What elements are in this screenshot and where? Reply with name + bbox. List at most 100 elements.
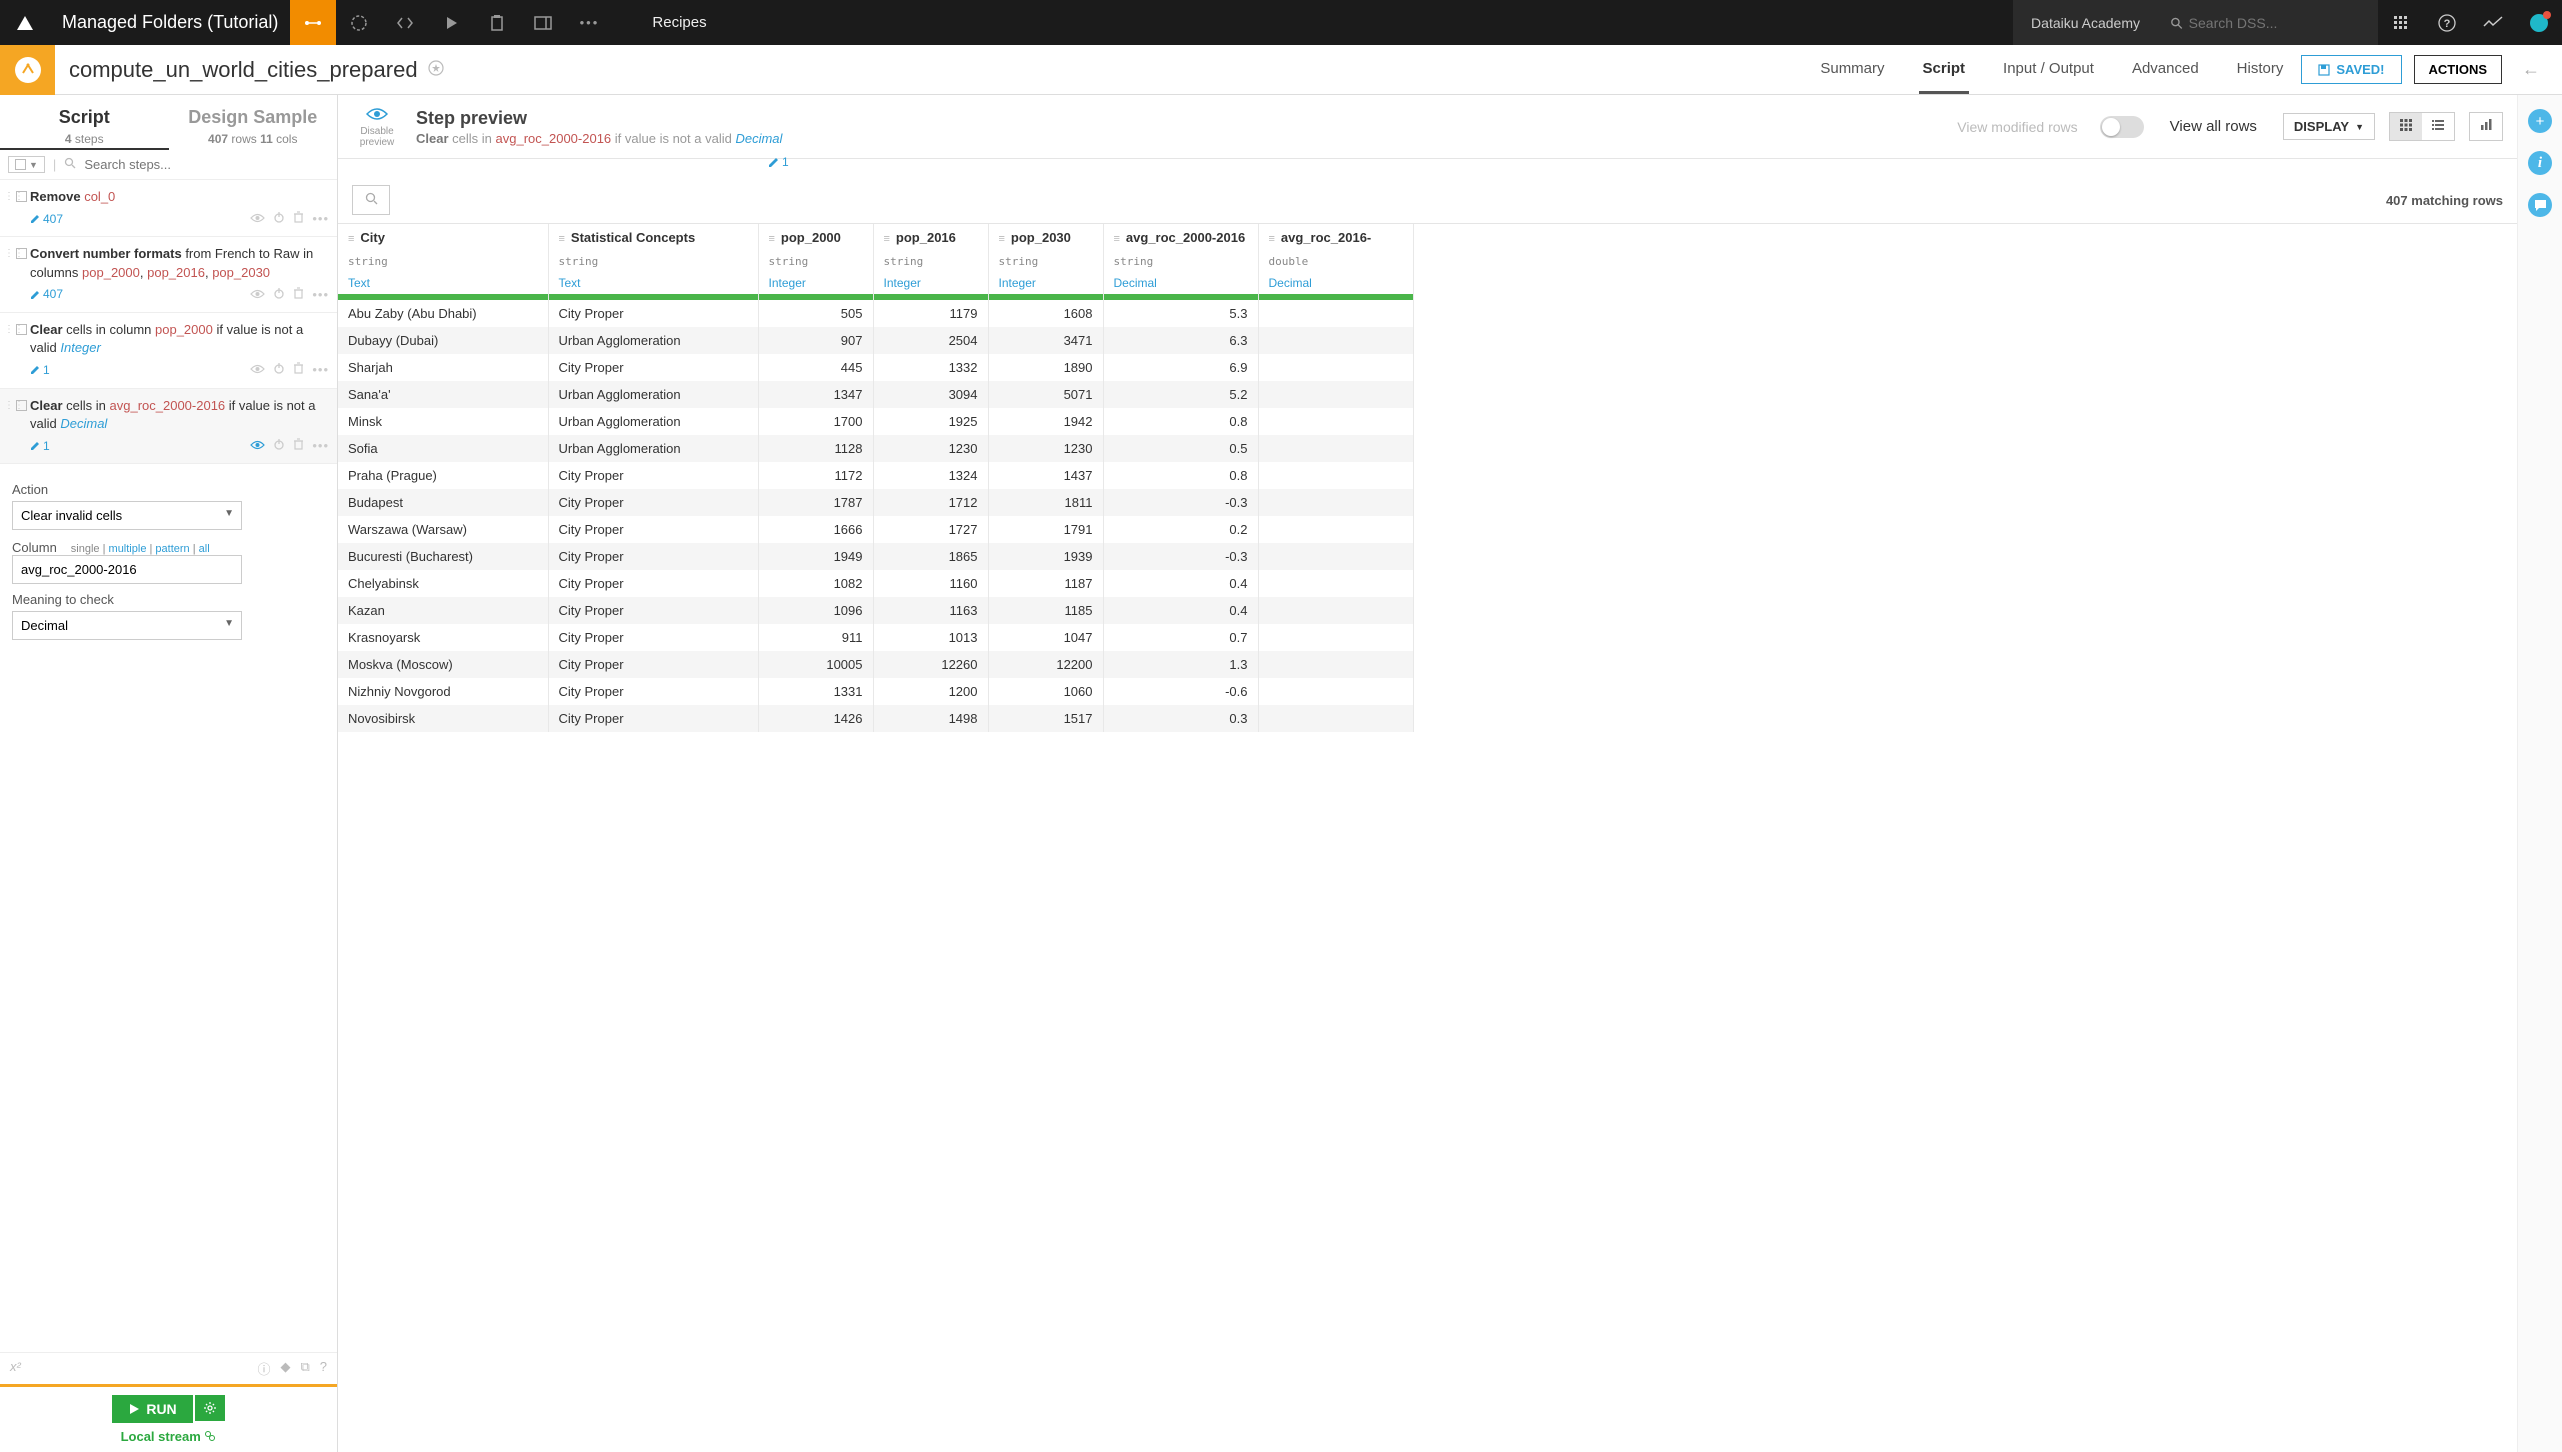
engine-link[interactable]: Local stream — [8, 1429, 329, 1444]
eye-icon[interactable] — [250, 210, 265, 228]
saved-button[interactable]: SAVED! — [2301, 55, 2401, 84]
clipboard-icon[interactable] — [474, 0, 520, 45]
column-menu-icon[interactable]: ≡ — [999, 233, 1005, 245]
list-view-icon[interactable] — [2422, 113, 2454, 140]
table-row[interactable]: Praha (Prague)City Proper1172132414370.8 — [338, 462, 1413, 489]
power-icon[interactable] — [273, 286, 285, 304]
table-row[interactable]: SofiaUrban Agglomeration1128123012300.5 — [338, 435, 1413, 462]
chart-view-icon[interactable] — [2469, 112, 2503, 141]
collapse-arrow-icon[interactable]: ← — [2514, 59, 2548, 80]
column-input[interactable] — [12, 555, 242, 584]
tab-script[interactable]: Script — [1919, 46, 1970, 94]
column-menu-icon[interactable]: ≡ — [348, 233, 354, 245]
left-tab-script[interactable]: Script 4 steps — [0, 95, 169, 150]
power-icon[interactable] — [273, 437, 285, 455]
help-small-icon[interactable]: ? — [320, 1359, 327, 1378]
column-header[interactable]: ≡avg_roc_2016- — [1258, 224, 1413, 251]
step-item[interactable]: ⋮⋮Convert number formats from French to … — [0, 237, 337, 313]
view-toggle-switch[interactable] — [2100, 116, 2144, 138]
step-more-icon[interactable]: ••• — [312, 286, 329, 304]
step-affected-count[interactable]: 407 — [30, 211, 63, 228]
table-row[interactable]: Warszawa (Warsaw)City Proper166617271791… — [338, 516, 1413, 543]
column-header[interactable]: ≡Statistical Concepts — [548, 224, 758, 251]
formula-icon[interactable]: x² — [10, 1359, 21, 1378]
column-meaning[interactable]: Integer — [873, 272, 988, 294]
flow-icon[interactable] — [290, 0, 336, 45]
column-menu-icon[interactable]: ≡ — [1269, 233, 1275, 245]
global-search[interactable] — [2158, 0, 2378, 45]
more-icon[interactable]: ••• — [566, 0, 612, 45]
table-row[interactable]: BudapestCity Proper178717121811-0.3 — [338, 489, 1413, 516]
trash-icon[interactable] — [293, 286, 304, 304]
column-header[interactable]: ≡pop_2030 — [988, 224, 1103, 251]
step-checkbox[interactable] — [16, 191, 27, 202]
power-icon[interactable] — [273, 361, 285, 379]
help-icon[interactable]: ? — [2424, 0, 2470, 45]
column-header[interactable]: ≡pop_2000 — [758, 224, 873, 251]
circle-progress-icon[interactable] — [336, 0, 382, 45]
play-icon[interactable] — [428, 0, 474, 45]
step-more-icon[interactable]: ••• — [312, 210, 329, 228]
panel-icon[interactable] — [520, 0, 566, 45]
table-search-button[interactable] — [352, 185, 390, 215]
academy-link[interactable]: Dataiku Academy — [2013, 0, 2158, 45]
table-row[interactable]: Sana'a'Urban Agglomeration1347309450715.… — [338, 381, 1413, 408]
table-row[interactable]: KazanCity Proper1096116311850.4 — [338, 597, 1413, 624]
table-row[interactable]: Moskva (Moscow)City Proper10005122601220… — [338, 651, 1413, 678]
chat-icon[interactable] — [2528, 193, 2552, 217]
step-checkbox[interactable] — [16, 248, 27, 259]
grid-view-icon[interactable] — [2390, 113, 2422, 140]
dataiku-logo[interactable] — [0, 12, 50, 34]
edit-step-link[interactable]: 1 — [768, 155, 808, 169]
step-affected-count[interactable]: 1 — [30, 362, 50, 379]
run-settings-button[interactable] — [195, 1395, 225, 1421]
activity-icon[interactable] — [2470, 0, 2516, 45]
add-icon[interactable]: + — [2528, 109, 2552, 133]
step-more-icon[interactable]: ••• — [312, 437, 329, 455]
step-more-icon[interactable]: ••• — [312, 361, 329, 379]
eye-icon[interactable] — [250, 361, 265, 379]
user-avatar[interactable] — [2516, 0, 2562, 45]
tab-advanced[interactable]: Advanced — [2128, 46, 2203, 94]
global-search-input[interactable] — [2189, 15, 2366, 31]
column-menu-icon[interactable]: ≡ — [884, 233, 890, 245]
table-row[interactable]: ChelyabinskCity Proper1082116011870.4 — [338, 570, 1413, 597]
tab-summary[interactable]: Summary — [1816, 46, 1888, 94]
column-meaning[interactable]: Text — [338, 272, 548, 294]
step-checkbox[interactable] — [16, 324, 27, 335]
column-meaning[interactable]: Decimal — [1258, 272, 1413, 294]
column-menu-icon[interactable]: ≡ — [559, 233, 565, 245]
table-row[interactable]: SharjahCity Proper445133218906.9 — [338, 354, 1413, 381]
copy-icon[interactable]: ⧉ — [300, 1359, 309, 1378]
column-menu-icon[interactable]: ≡ — [1114, 233, 1120, 245]
power-icon[interactable] — [273, 210, 285, 228]
actions-button[interactable]: ACTIONS — [2414, 55, 2503, 84]
step-search-input[interactable] — [84, 157, 329, 172]
table-row[interactable]: KrasnoyarskCity Proper911101310470.7 — [338, 624, 1413, 651]
tab-history[interactable]: History — [2233, 46, 2288, 94]
info-rail-icon[interactable]: i — [2528, 151, 2552, 175]
column-meaning[interactable]: Decimal — [1103, 272, 1258, 294]
column-meaning[interactable]: Text — [548, 272, 758, 294]
column-meaning[interactable]: Integer — [758, 272, 873, 294]
column-menu-icon[interactable]: ≡ — [769, 233, 775, 245]
code-icon[interactable] — [382, 0, 428, 45]
apps-icon[interactable] — [2378, 0, 2424, 45]
step-item[interactable]: ⋮⋮Remove col_0 407••• — [0, 180, 337, 237]
table-row[interactable]: NovosibirskCity Proper1426149815170.3 — [338, 705, 1413, 732]
table-row[interactable]: MinskUrban Agglomeration1700192519420.8 — [338, 408, 1413, 435]
step-item[interactable]: ⋮⋮Clear cells in column pop_2000 if valu… — [0, 313, 337, 389]
table-row[interactable]: Bucuresti (Bucharest)City Proper19491865… — [338, 543, 1413, 570]
project-name[interactable]: Managed Folders (Tutorial) — [50, 12, 290, 33]
info-icon[interactable]: ⓘ — [257, 1359, 270, 1378]
display-dropdown[interactable]: DISPLAY▼ — [2283, 113, 2375, 140]
run-button[interactable]: RUN — [112, 1395, 192, 1423]
step-affected-count[interactable]: 1 — [30, 438, 50, 455]
step-item[interactable]: ⋮⋮Clear cells in avg_roc_2000-2016 if va… — [0, 389, 337, 465]
trash-icon[interactable] — [293, 361, 304, 379]
column-header[interactable]: ≡City — [338, 224, 548, 251]
eye-icon[interactable] — [250, 286, 265, 304]
left-tab-design-sample[interactable]: Design Sample 407 rows 11 cols — [169, 95, 338, 150]
table-row[interactable]: Abu Zaby (Abu Dhabi)City Proper505117916… — [338, 300, 1413, 327]
disable-preview-toggle[interactable]: Disable preview — [352, 105, 402, 148]
